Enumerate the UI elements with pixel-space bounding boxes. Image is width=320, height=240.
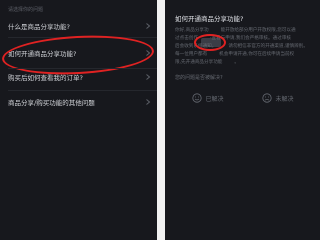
smile-icon <box>192 93 203 103</box>
solved-label: 已解决 <box>205 95 224 103</box>
faq-item-label: 购买后如何查看我的订单? <box>8 74 83 82</box>
faq-answer-panel: 如何开通商品分享功能? 你好,商品分享功 能开放给部分用户开放权限,您可以通 过点… <box>165 0 320 240</box>
faq-item-label: 如何开通商品分享功能? <box>8 50 77 58</box>
answer-line: 每一位用户都有 机会申请开通,你可在后续申请当前权 <box>175 52 295 57</box>
answer-line: 限,先开通商品分享功能。 <box>175 60 240 65</box>
divider <box>8 37 157 38</box>
unsolved-button[interactable]: 未解决 <box>243 87 313 109</box>
divider <box>8 90 157 91</box>
solved-button[interactable]: 已解决 <box>173 87 243 109</box>
faq-list-panel: 请选择你的问题 什么是商品分享功能? 如何开通商品分享功能? 购买后如何查看我的… <box>0 0 157 240</box>
answer-line: 你好,商品分享功 能开放给部分用户开放权限,您可以通 <box>175 28 296 33</box>
chevron-right-icon <box>146 99 151 105</box>
faq-item-label: 商品分享/购买功能的其他问题 <box>8 99 95 107</box>
rating-question: 您的问题是否被解决? <box>175 75 223 81</box>
chevron-right-icon <box>146 74 151 80</box>
unsolved-label: 未解决 <box>275 95 294 103</box>
red-highlight-annotation <box>194 34 226 51</box>
faq-item-how-to-enable[interactable]: 如何开通商品分享功能? <box>0 43 157 63</box>
faq-item-view-order[interactable]: 购买后如何查看我的订单? <box>0 67 157 87</box>
chevron-right-icon <box>146 50 151 56</box>
answer-title: 如何开通商品分享功能? <box>175 15 244 23</box>
faq-item-label: 什么是商品分享功能? <box>8 23 70 31</box>
sad-face-icon <box>262 93 273 103</box>
faq-item-what-is-sharing[interactable]: 什么是商品分享功能? <box>0 16 157 36</box>
chevron-right-icon <box>146 23 151 29</box>
section-header: 请选择你的问题 <box>8 7 44 13</box>
faq-item-other-questions[interactable]: 商品分享/购买功能的其他问题 <box>0 92 157 112</box>
